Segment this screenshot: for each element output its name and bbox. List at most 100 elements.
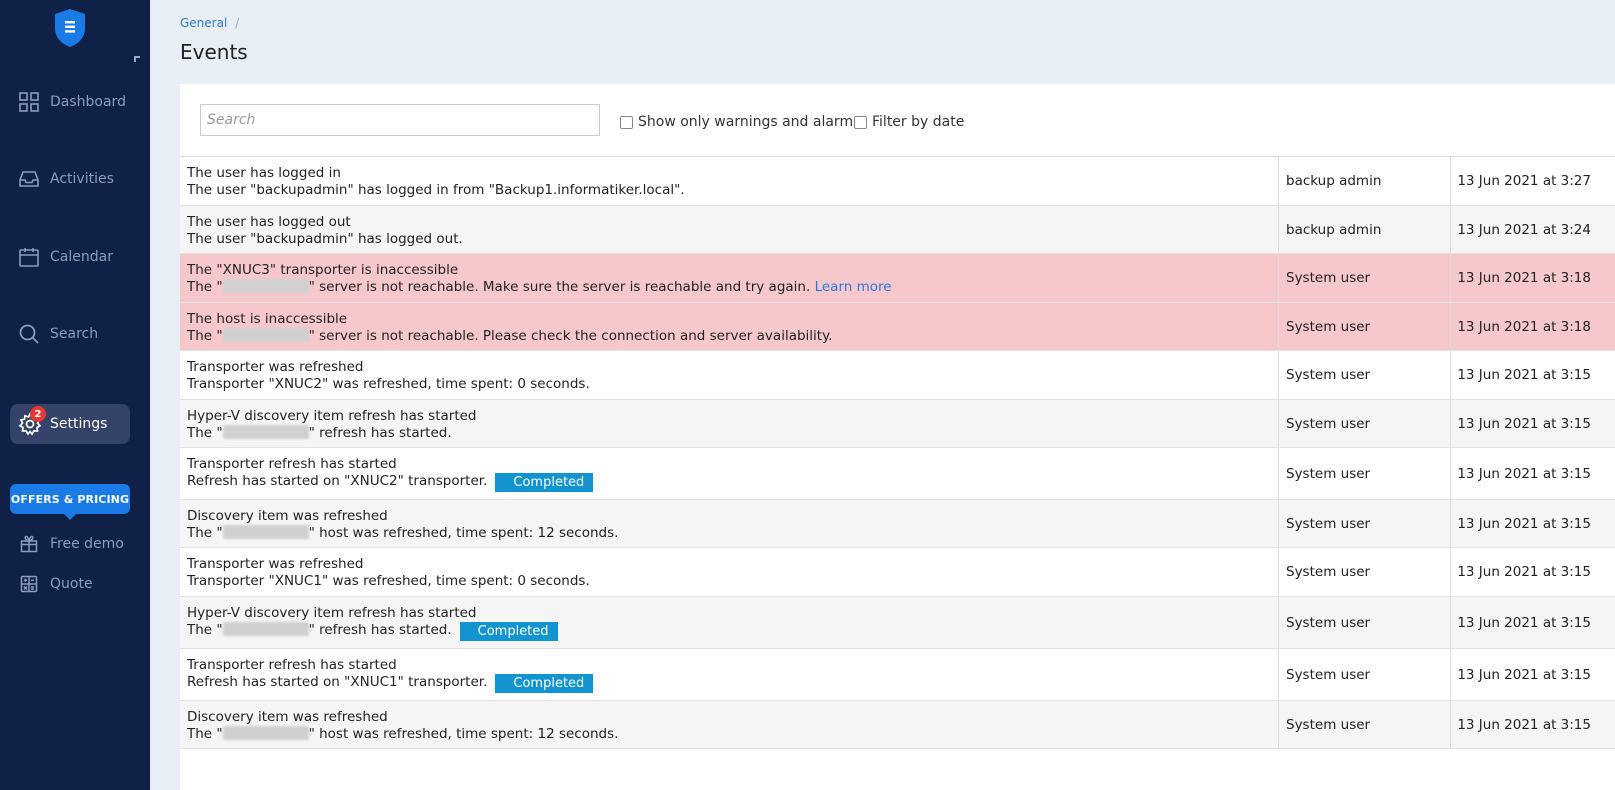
table-row[interactable]: The user has logged in The user "backupa… xyxy=(180,157,1615,206)
search-icon xyxy=(18,323,40,345)
event-date: 13 Jun 2021 at 3:15 xyxy=(1457,564,1591,580)
redacted-text xyxy=(222,726,309,740)
event-date: 13 Jun 2021 at 3:24 xyxy=(1457,221,1591,238)
sidebar-item-label: Quote xyxy=(50,576,93,592)
event-user: backup admin xyxy=(1279,157,1451,205)
learn-more-link[interactable]: Learn more xyxy=(815,279,892,295)
event-detail: Transporter "XNUC1" was refreshed, time … xyxy=(187,573,590,589)
event-detail: The " " host was refreshed, time spent: 1… xyxy=(187,726,1271,743)
table-row[interactable]: Hyper-V discovery item refresh has start… xyxy=(180,400,1615,448)
detail-text: " server is not reachable. Make sure the… xyxy=(308,279,811,295)
sidebar-item-search[interactable]: Search xyxy=(18,322,98,346)
date-filter-checkbox[interactable]: Filter by date xyxy=(854,114,964,130)
event-cell: The user has logged out The user "backup… xyxy=(180,206,1279,253)
event-title: Transporter refresh has started xyxy=(187,456,397,472)
table-row[interactable]: Discovery item was refreshed The " " host… xyxy=(180,500,1615,548)
event-user: System user xyxy=(1279,400,1451,447)
sidebar: Dashboard Activities Calendar Search 2 S… xyxy=(0,0,150,790)
table-row[interactable]: Transporter refresh has started Refresh … xyxy=(180,448,1615,500)
event-user: System user xyxy=(1279,254,1451,302)
search-input[interactable] xyxy=(200,104,600,136)
sidebar-item-settings[interactable]: 2 Settings xyxy=(10,404,130,444)
checkbox-box[interactable] xyxy=(620,115,633,129)
checkbox-label: Show only warnings and alarms xyxy=(638,114,861,130)
app-logo-icon[interactable] xyxy=(53,8,87,48)
event-title: The user has logged in xyxy=(187,165,341,181)
event-title: Transporter was refreshed xyxy=(187,359,364,375)
table-row[interactable]: Transporter refresh has started Refresh … xyxy=(180,649,1615,701)
event-cell: Hyper-V discovery item refresh has start… xyxy=(180,597,1279,648)
table-row[interactable]: Discovery item was refreshed The " " host… xyxy=(180,701,1615,749)
calculator-icon xyxy=(20,575,38,593)
status-badge: Completed xyxy=(495,473,594,492)
event-title: Transporter refresh has started xyxy=(187,657,397,673)
event-title: Hyper-V discovery item refresh has start… xyxy=(187,605,477,621)
status-badge: Completed xyxy=(459,622,558,641)
table-row[interactable]: Hyper-V discovery item refresh has start… xyxy=(180,597,1615,649)
redacted-text xyxy=(222,525,309,539)
detail-text: The " xyxy=(187,726,223,742)
event-date: 13 Jun 2021 at 3:15 xyxy=(1457,614,1591,631)
event-date: 13 Jun 2021 at 3:15 xyxy=(1457,465,1591,482)
gear-icon: 2 xyxy=(18,406,46,436)
event-title: Discovery item was refreshed xyxy=(187,508,388,524)
table-row-alarm[interactable]: The host is inaccessible The " " server i… xyxy=(180,303,1615,351)
event-cell: Transporter was refreshed Transporter "X… xyxy=(180,351,1279,399)
event-detail: The user "backupadmin" has logged out. xyxy=(187,231,463,247)
event-cell: The host is inaccessible The " " server i… xyxy=(180,303,1279,350)
event-detail: The " " server is not reachable. Please c… xyxy=(187,328,1271,345)
events-panel: Show only warnings and alarms Filter by … xyxy=(180,84,1615,790)
event-date: 13 Jun 2021 at 3:18 xyxy=(1457,318,1591,335)
sidebar-item-activities[interactable]: Activities xyxy=(18,167,114,191)
table-row-alarm[interactable]: The "XNUC3" transporter is inaccessible … xyxy=(180,254,1615,303)
event-detail: The " " server is not reachable. Make sur… xyxy=(187,279,1271,296)
event-user: System user xyxy=(1279,701,1451,748)
event-detail: The user "backupadmin" has logged in fro… xyxy=(187,182,685,198)
table-row[interactable]: Transporter was refreshed Transporter "X… xyxy=(180,548,1615,597)
sidebar-item-free-demo[interactable]: Free demo xyxy=(20,535,124,553)
dashboard-icon xyxy=(18,91,40,113)
breadcrumb-general-link[interactable]: General xyxy=(180,16,227,30)
status-badge: Completed xyxy=(495,674,594,693)
event-detail: The " " refresh has started. Completed xyxy=(187,622,1271,641)
detail-text: The " xyxy=(187,328,223,344)
sidebar-item-quote[interactable]: Quote xyxy=(20,575,93,593)
event-title: The host is inaccessible xyxy=(187,311,348,327)
sidebar-item-label: Dashboard xyxy=(50,94,126,110)
inbox-icon xyxy=(18,168,40,190)
notification-badge: 2 xyxy=(30,406,46,422)
detail-text: Refresh has started on "XNUC1" transport… xyxy=(187,674,488,690)
checkbox-box[interactable] xyxy=(854,115,867,129)
detail-text: " refresh has started. xyxy=(308,425,452,441)
detail-text: " host was refreshed, time spent: 12 sec… xyxy=(308,525,619,541)
detail-text: " server is not reachable. Please check … xyxy=(308,328,833,344)
sidebar-item-dashboard[interactable]: Dashboard xyxy=(18,90,126,114)
offers-pricing-button[interactable]: OFFERS & PRICING xyxy=(10,484,130,520)
event-user: backup admin xyxy=(1279,206,1451,253)
event-date: 13 Jun 2021 at 3:27 xyxy=(1457,173,1591,189)
warnings-filter-checkbox[interactable]: Show only warnings and alarms xyxy=(620,114,860,130)
breadcrumb: General / xyxy=(180,16,239,30)
event-title: Transporter was refreshed xyxy=(187,556,364,572)
table-row[interactable]: Transporter was refreshed Transporter "X… xyxy=(180,351,1615,400)
event-cell: Hyper-V discovery item refresh has start… xyxy=(180,400,1279,447)
event-user: System user xyxy=(1279,351,1451,399)
event-cell: Discovery item was refreshed The " " host… xyxy=(180,500,1279,547)
collapse-sidebar-icon[interactable] xyxy=(134,56,140,62)
page-title: Events xyxy=(180,40,248,64)
event-user: System user xyxy=(1279,548,1451,596)
sidebar-item-label: Activities xyxy=(50,171,114,187)
event-detail: The " " host was refreshed, time spent: 1… xyxy=(187,525,1271,542)
event-user: System user xyxy=(1279,649,1451,700)
event-title: The "XNUC3" transporter is inaccessible xyxy=(187,262,459,278)
detail-text: " refresh has started. xyxy=(308,622,452,638)
event-user: System user xyxy=(1279,303,1451,350)
table-row[interactable]: The user has logged out The user "backup… xyxy=(180,206,1615,254)
sidebar-item-label: Free demo xyxy=(50,536,124,552)
event-cell: The "XNUC3" transporter is inaccessible … xyxy=(180,254,1279,302)
redacted-text xyxy=(222,622,309,636)
event-date: 13 Jun 2021 at 3:15 xyxy=(1457,716,1591,733)
sidebar-item-calendar[interactable]: Calendar xyxy=(18,245,113,269)
sidebar-item-label: Settings xyxy=(50,416,108,432)
detail-text: The " xyxy=(187,525,223,541)
